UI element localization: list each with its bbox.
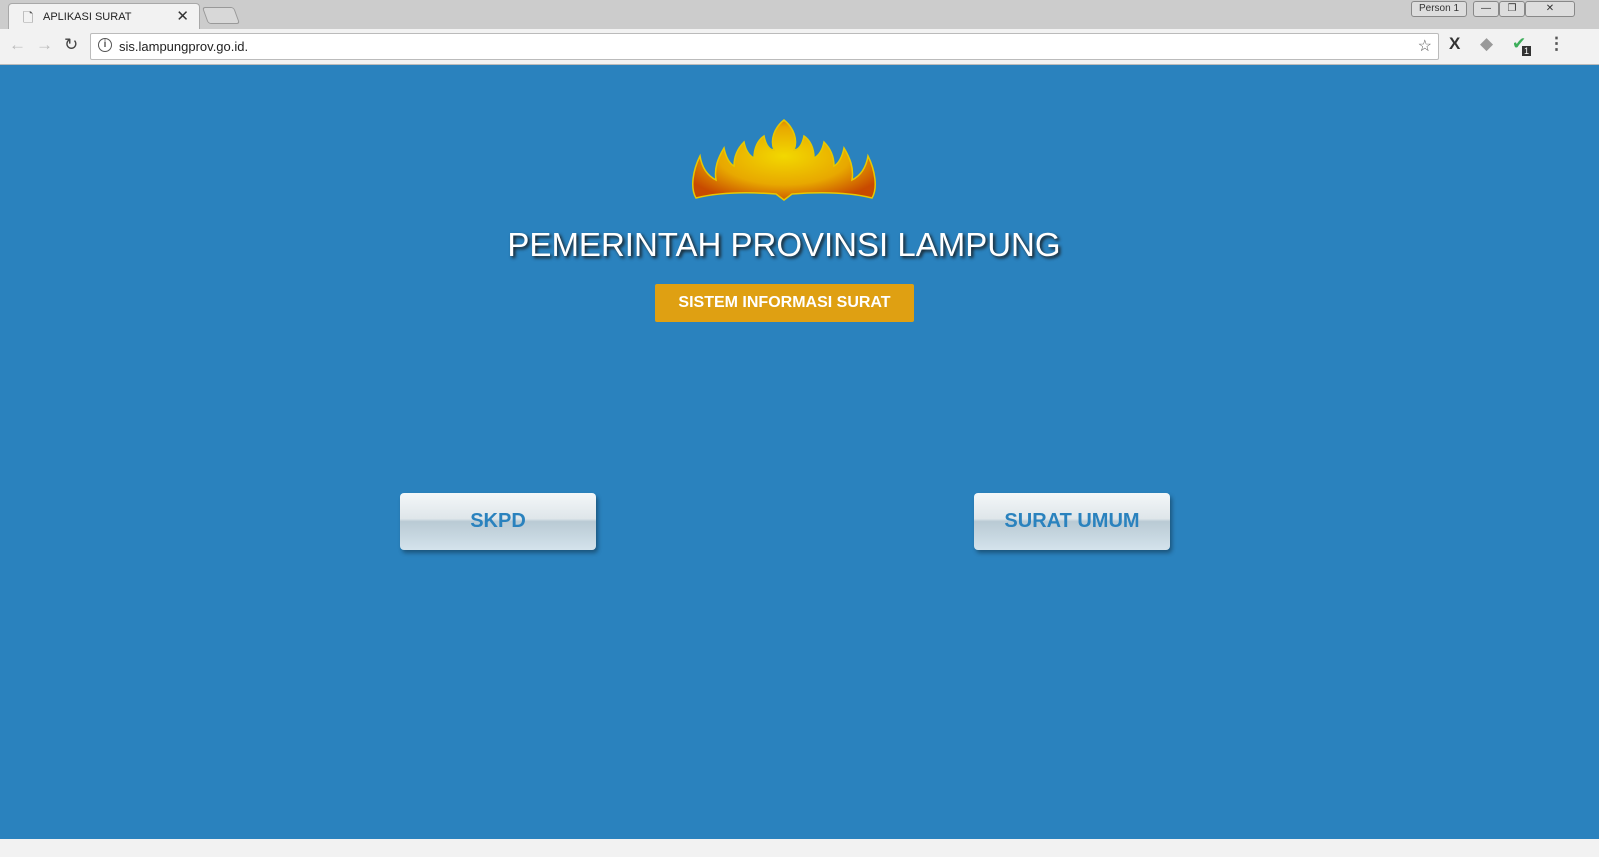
extension-x-icon[interactable]: X [1449,34,1460,54]
address-bar[interactable]: i sis.lampungprov.go.id. ☆ [90,33,1439,60]
profile-button[interactable]: Person 1 [1411,1,1467,17]
info-icon[interactable]: i [98,38,112,52]
minimize-button[interactable]: — [1473,1,1499,17]
extension-gem-icon[interactable]: ◆ [1480,34,1493,54]
scrollbar-area [1568,65,1599,839]
lampung-crown-logo [692,119,876,201]
close-window-button[interactable]: ✕ [1525,1,1575,17]
extension-badge: 1 [1522,46,1532,56]
browser-tab[interactable]: 🗋 APLIKASI SURAT ✕ [8,3,200,29]
skpd-button[interactable]: SKPD [400,493,596,550]
tab-strip: 🗋 APLIKASI SURAT ✕ Person 1 — ❐ ✕ [0,0,1599,29]
url-text[interactable]: sis.lampungprov.go.id. [119,39,248,54]
surat-umum-button[interactable]: SURAT UMUM [974,493,1170,550]
tab-title: APLIKASI SURAT [43,11,132,23]
reload-icon[interactable]: ↻ [64,35,78,55]
page-icon: 🗋 [23,10,34,25]
browser-toolbar: ← → ↻ i sis.lampungprov.go.id. ☆ X ◆ ✔ 1 … [0,29,1599,65]
shield-check-icon[interactable]: ✔ 1 [1512,34,1532,56]
page-title: PEMERINTAH PROVINSI LAMPUNG [507,226,1061,263]
menu-icon[interactable]: ⋮ [1548,34,1565,54]
forward-icon[interactable]: → [36,35,53,55]
new-tab-button[interactable] [201,7,241,24]
back-icon[interactable]: ← [9,35,26,55]
subtitle-badge: SISTEM INFORMASI SURAT [655,284,914,322]
bookmark-star-icon[interactable]: ☆ [1418,36,1432,56]
restore-button[interactable]: ❐ [1499,1,1525,17]
page-content: PEMERINTAH PROVINSI LAMPUNG SISTEM INFOR… [0,65,1568,839]
close-tab-icon[interactable]: ✕ [176,7,189,25]
